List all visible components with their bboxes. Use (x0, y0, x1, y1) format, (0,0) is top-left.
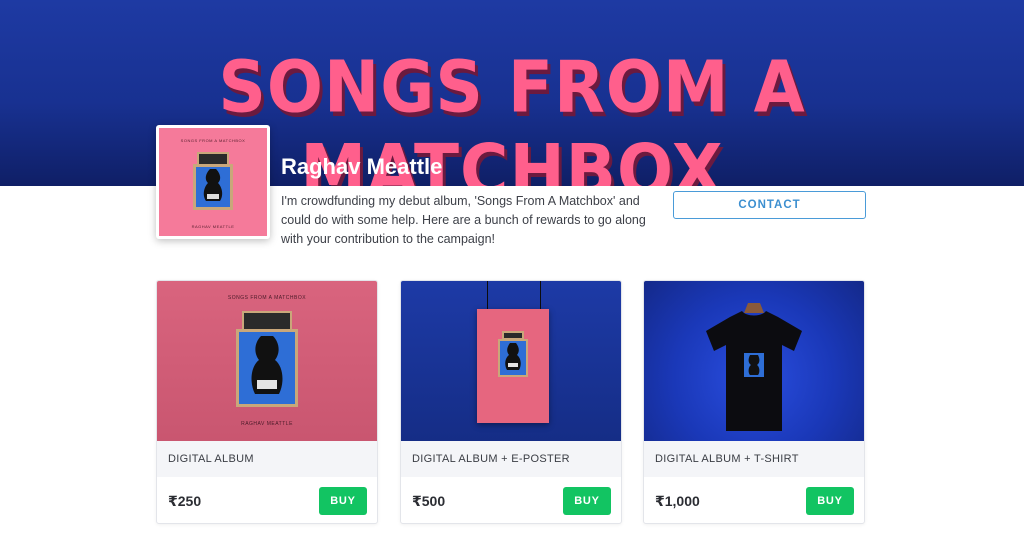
matchbox-body (498, 339, 528, 377)
reward-card-album-eposter[interactable]: DIGITAL ALBUM + E-POSTER ₹500 BUY (400, 280, 622, 524)
album-cover-art: SONGS FROM A MATCHBOX RAGHAV MEATTLE (159, 128, 267, 236)
poster-string-right (540, 281, 541, 309)
reward-image-poster (401, 281, 621, 441)
artist-bio: I'm crowdfunding my debut album, 'Songs … (281, 194, 646, 246)
album-avatar: SONGS FROM A MATCHBOX RAGHAV MEATTLE (156, 125, 270, 239)
buy-button[interactable]: BUY (806, 487, 854, 515)
reward-card-digital-album[interactable]: SONGS FROM A MATCHBOX RAGHAV MEATTLE DIG… (156, 280, 378, 524)
matchbox-body (236, 329, 298, 407)
reward-card-album-tshirt[interactable]: DIGITAL ALBUM + T-SHIRT ₹1,000 BUY (643, 280, 865, 524)
matchbox-body (193, 164, 233, 210)
cover-title-text: SONGS FROM A MATCHBOX (227, 295, 307, 301)
poster (477, 309, 549, 423)
cover-artist-text: RAGHAV MEATTLE (241, 421, 293, 427)
tshirt-icon (706, 303, 802, 431)
silhouette-icon (505, 343, 521, 370)
reward-price: ₹250 (168, 493, 202, 509)
hero-title: SONGS FROM A MATCHBOX (218, 45, 806, 186)
cover-title-text: SONGS FROM A MATCHBOX (180, 138, 246, 143)
hero-banner: SONGS FROM A MATCHBOX (0, 0, 1024, 186)
reward-image-tshirt (644, 281, 864, 441)
contact-button[interactable]: CONTACT (673, 191, 866, 219)
reward-image-album: SONGS FROM A MATCHBOX RAGHAV MEATTLE (157, 281, 377, 441)
artist-name: Raghav Meattle (281, 154, 443, 179)
reward-label: DIGITAL ALBUM + T-SHIRT (644, 441, 864, 477)
silhouette-icon (251, 336, 283, 394)
reward-price: ₹1,000 (655, 493, 700, 509)
buy-button[interactable]: BUY (319, 487, 367, 515)
silhouette-icon (203, 169, 223, 201)
reward-price: ₹500 (412, 493, 446, 509)
poster-string-left (487, 281, 488, 309)
buy-button[interactable]: BUY (563, 487, 611, 515)
reward-label: DIGITAL ALBUM + E-POSTER (401, 441, 621, 477)
matchbox-top (242, 311, 292, 331)
reward-label: DIGITAL ALBUM (157, 441, 377, 477)
cover-artist-text: RAGHAV MEATTLE (191, 224, 235, 229)
